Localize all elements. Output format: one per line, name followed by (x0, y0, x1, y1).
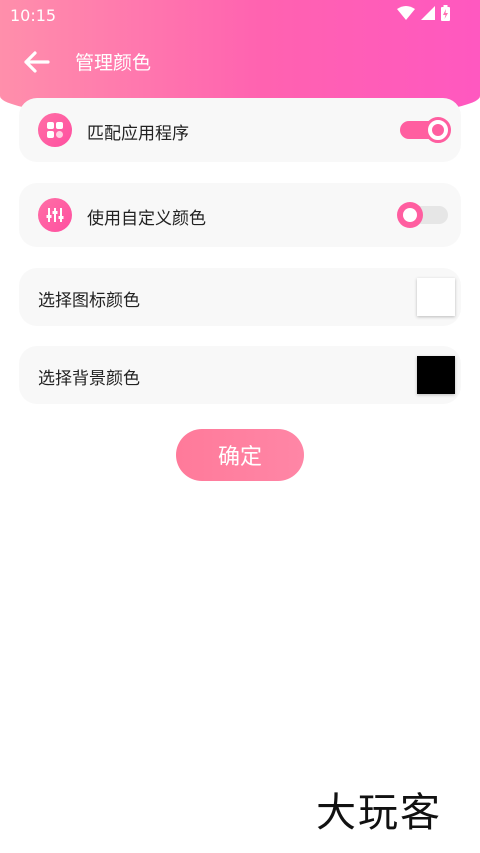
custom-color-row: 使用自定义颜色 (19, 183, 461, 247)
status-bar: 10:15 (0, 0, 480, 32)
arrow-left-icon (24, 51, 50, 73)
background-color-label: 选择背景颜色 (38, 369, 140, 389)
custom-color-label: 使用自定义颜色 (87, 209, 206, 229)
match-app-toggle[interactable] (397, 117, 451, 143)
battery-icon (441, 5, 450, 21)
watermark-logo: 大玩客 (316, 790, 442, 836)
icon-color-row[interactable]: 选择图标颜色 (19, 268, 461, 326)
match-app-row: 匹配应用程序 (19, 98, 461, 162)
icon-color-swatch[interactable] (417, 278, 455, 316)
equalizer-icon (38, 198, 72, 232)
confirm-button[interactable]: 确定 (176, 429, 304, 481)
match-app-label: 匹配应用程序 (87, 124, 189, 144)
status-time: 10:15 (10, 6, 57, 25)
icon-color-label: 选择图标颜色 (38, 291, 140, 311)
custom-color-toggle[interactable] (397, 202, 451, 228)
back-button[interactable] (20, 46, 54, 78)
background-color-swatch[interactable] (417, 356, 455, 394)
background-color-row[interactable]: 选择背景颜色 (19, 346, 461, 404)
page-title: 管理颜色 (75, 52, 152, 74)
signal-icon (421, 6, 435, 20)
wifi-icon (397, 6, 415, 20)
title-bar: 管理颜色 (0, 40, 480, 84)
apps-icon (38, 113, 72, 147)
status-icons (397, 5, 450, 21)
